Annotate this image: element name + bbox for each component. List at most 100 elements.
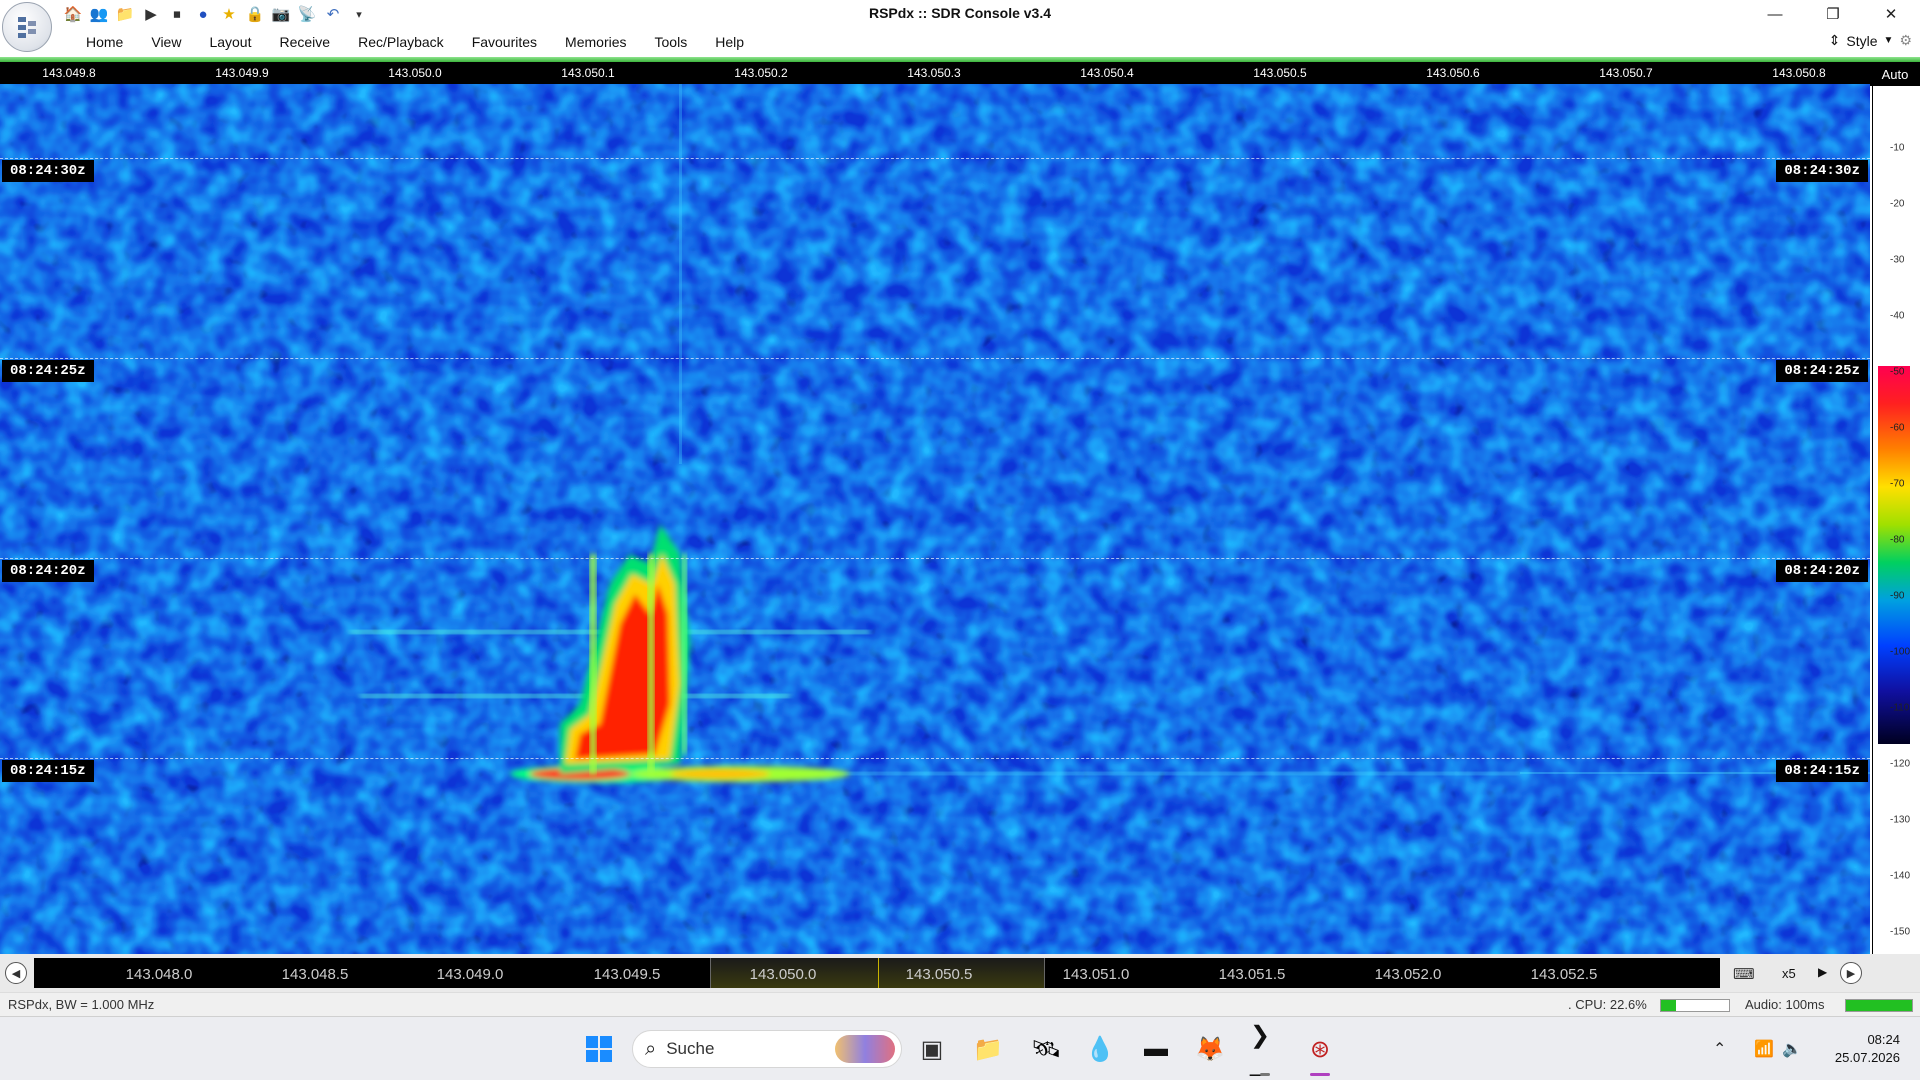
top-tick: 143.049.8 — [42, 66, 96, 80]
play-icon[interactable]: ▶ — [140, 3, 162, 25]
menu-layout[interactable]: Layout — [195, 34, 265, 50]
restore-button[interactable]: ❐ — [1804, 0, 1862, 28]
menu-rec-playback[interactable]: Rec/Playback — [344, 34, 458, 50]
top-tick: 143.050.6 — [1426, 66, 1480, 80]
bandwidth-status: RSPdx, BW = 1.000 MHz — [8, 997, 155, 1012]
menu-home[interactable]: Home — [72, 34, 137, 50]
scale-axis — [1872, 86, 1873, 954]
windows-start-icon[interactable] — [583, 1033, 615, 1065]
app-logo-icon — [18, 17, 36, 38]
taskbar-search[interactable]: ⌕ Suche — [632, 1030, 902, 1068]
status-bar: RSPdx, BW = 1.000 MHz . CPU: 22.6% Audio… — [0, 992, 1920, 1016]
lock-icon[interactable]: 🔒 — [244, 3, 266, 25]
db-label: -60 — [1890, 422, 1905, 434]
db-label: -120 — [1890, 758, 1911, 770]
menu-receive[interactable]: Receive — [266, 34, 345, 50]
db-label: -150 — [1890, 926, 1911, 938]
camera-icon[interactable]: 📷 — [270, 3, 292, 25]
record-icon[interactable]: ● — [192, 3, 214, 25]
db-label: -130 — [1890, 814, 1911, 826]
db-label: -30 — [1890, 254, 1905, 266]
db-label: -140 — [1890, 870, 1911, 882]
bottom-tick: 143.050.0 — [749, 966, 817, 983]
bottom-frequency-bar: ◀ 143.048.0 143.048.5 143.049.0 143.049.… — [0, 954, 1920, 992]
time-gridline — [0, 158, 1870, 159]
db-label: -20 — [1890, 198, 1905, 210]
scroll-left-button[interactable]: ◀ — [5, 962, 27, 984]
db-label: -70 — [1890, 478, 1905, 490]
taskbar: ⌕ Suche ▣ 📁 🛰 💧 ▬ 🦊 ❯_ ⊛ ⌃ 📶 🔈 08:24 25.… — [0, 1016, 1920, 1080]
bottom-tick: 143.048.5 — [281, 966, 349, 983]
folder-icon[interactable]: 📁 — [114, 3, 136, 25]
bottom-frequency-scale[interactable]: 143.048.0 143.048.5 143.049.0 143.049.5 … — [34, 958, 1720, 988]
star-icon[interactable]: ★ — [218, 3, 240, 25]
db-label: -10 — [1890, 142, 1905, 154]
top-frequency-scale[interactable]: 143.049.8 143.049.9 143.050.0 143.050.1 … — [0, 62, 1870, 84]
top-tick: 143.050.8 — [1772, 66, 1826, 80]
satellite-icon[interactable]: 📡 — [296, 3, 318, 25]
db-scale[interactable]: -10 -20 -30 -40 -50 -60 -70 -80 -90 -100… — [1870, 86, 1920, 954]
zoom-arrow-icon[interactable]: ▶ — [1818, 965, 1827, 979]
task-view-icon[interactable]: ▣ — [916, 1033, 948, 1065]
search-icon: ⌕ — [645, 1037, 657, 1060]
volume-icon[interactable]: 🔈 — [1782, 1039, 1802, 1059]
flame-app-icon[interactable]: 💧 — [1084, 1033, 1116, 1065]
close-button[interactable]: ✕ — [1862, 0, 1920, 28]
top-tick: 143.050.2 — [734, 66, 788, 80]
time-gridline — [0, 558, 1870, 559]
clock-date: 25.07.2026 — [1834, 1050, 1900, 1065]
menu-view[interactable]: View — [137, 34, 195, 50]
auto-button[interactable]: Auto — [1870, 62, 1920, 86]
range-edge — [710, 958, 711, 988]
style-label: Style — [1846, 32, 1878, 49]
menu-favourites[interactable]: Favourites — [458, 34, 551, 50]
chevron-up-icon[interactable]: ⌃ — [1713, 1039, 1726, 1059]
range-edge — [1044, 958, 1045, 988]
bottom-tick: 143.049.5 — [593, 966, 661, 983]
menu-memories[interactable]: Memories — [551, 34, 640, 50]
time-label: 08:24:20z — [2, 560, 94, 582]
dropdown-icon[interactable]: ▾ — [348, 3, 370, 25]
app-menu-button[interactable] — [2, 2, 52, 52]
keyboard-icon[interactable]: ⌨ — [1733, 965, 1755, 983]
scroll-right-button[interactable]: ▶ — [1840, 962, 1862, 984]
menu-bar: Home View Layout Receive Rec/Playback Fa… — [0, 28, 1920, 57]
bottom-tick: 143.051.5 — [1218, 966, 1286, 983]
menu-help[interactable]: Help — [701, 34, 758, 50]
powershell-icon[interactable]: ❯_ — [1250, 1022, 1282, 1077]
menu-tools[interactable]: Tools — [641, 34, 702, 50]
top-tick: 143.050.4 — [1080, 66, 1134, 80]
search-placeholder: Suche — [666, 1039, 715, 1058]
time-label: 08:24:30z — [2, 160, 94, 182]
minimize-button[interactable]: — — [1746, 0, 1804, 28]
undo-icon[interactable]: ↶ — [322, 3, 344, 25]
time-gridline — [0, 758, 1870, 759]
active-indicator — [1310, 1073, 1330, 1076]
bottom-tick: 143.052.5 — [1530, 966, 1598, 983]
running-indicator — [1260, 1073, 1270, 1076]
style-selector[interactable]: ⇕ Style ▼ ⚙ — [1829, 32, 1912, 49]
taskbar-clock[interactable]: 08:24 25.07.2026 — [1835, 1031, 1900, 1067]
stop-icon[interactable]: ⏹ — [166, 3, 188, 25]
bottom-tick: 143.050.5 — [905, 966, 973, 983]
time-label: 08:24:15z — [2, 760, 94, 782]
zoom-level[interactable]: x5 — [1782, 966, 1796, 981]
firefox-icon[interactable]: 🦊 — [1194, 1033, 1226, 1065]
center-frequency-marker — [878, 958, 879, 988]
bottom-tick: 143.048.0 — [125, 966, 193, 983]
time-label: 08:24:25z — [2, 360, 94, 382]
satellite-app-icon[interactable]: 🛰 — [1030, 1033, 1062, 1065]
wifi-icon[interactable]: 📶 — [1754, 1039, 1774, 1059]
home-icon[interactable]: 🏠 — [62, 3, 84, 25]
file-explorer-icon[interactable]: 📁 — [972, 1033, 1004, 1065]
bottom-tick: 143.052.0 — [1374, 966, 1442, 983]
waterfall-display[interactable]: 08:24:30z 08:24:25z 08:24:20z 08:24:15z … — [0, 84, 1870, 954]
audio-status: Audio: 100ms — [1745, 997, 1825, 1012]
quick-access-toolbar: 🏠 👥 📁 ▶ ⏹ ● ★ 🔒 📷 📡 ↶ ▾ — [62, 3, 370, 25]
gear-icon[interactable]: ⚙ — [1899, 32, 1912, 49]
window-controls: — ❐ ✕ — [1746, 0, 1920, 28]
users-icon[interactable]: 👥 — [88, 3, 110, 25]
time-label-right: 08:24:20z — [1776, 560, 1868, 582]
terminal-app-icon[interactable]: ▬ — [1140, 1033, 1172, 1065]
sdr-console-taskbar-icon[interactable]: ⊛ — [1304, 1033, 1336, 1065]
